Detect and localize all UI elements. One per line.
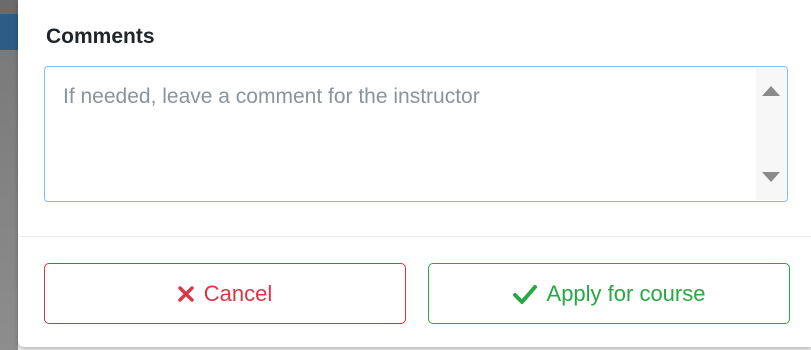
cancel-button-label: Cancel	[203, 280, 273, 306]
comments-label: Comments	[46, 25, 155, 48]
textarea-scrollbar[interactable]	[756, 68, 786, 200]
modal-body: Comments	[18, 0, 811, 236]
apply-course-modal: Comments Cancel	[18, 0, 811, 347]
apply-button-label: Apply for course	[546, 280, 706, 306]
comments-textarea[interactable]	[45, 67, 755, 201]
arrow-up-icon	[762, 86, 780, 96]
comments-field	[44, 66, 788, 202]
background-overlay	[0, 50, 18, 350]
check-icon	[512, 284, 537, 304]
modal-footer: Cancel Apply for course	[18, 237, 811, 347]
scroll-down-button[interactable]	[756, 164, 786, 190]
cancel-button[interactable]: Cancel	[44, 263, 406, 324]
apply-for-course-button[interactable]: Apply for course	[428, 263, 790, 324]
scroll-up-button[interactable]	[756, 78, 786, 104]
background-page-edge	[0, 0, 18, 350]
background-accent	[0, 14, 18, 50]
times-icon	[178, 285, 194, 302]
arrow-down-icon	[762, 172, 780, 182]
